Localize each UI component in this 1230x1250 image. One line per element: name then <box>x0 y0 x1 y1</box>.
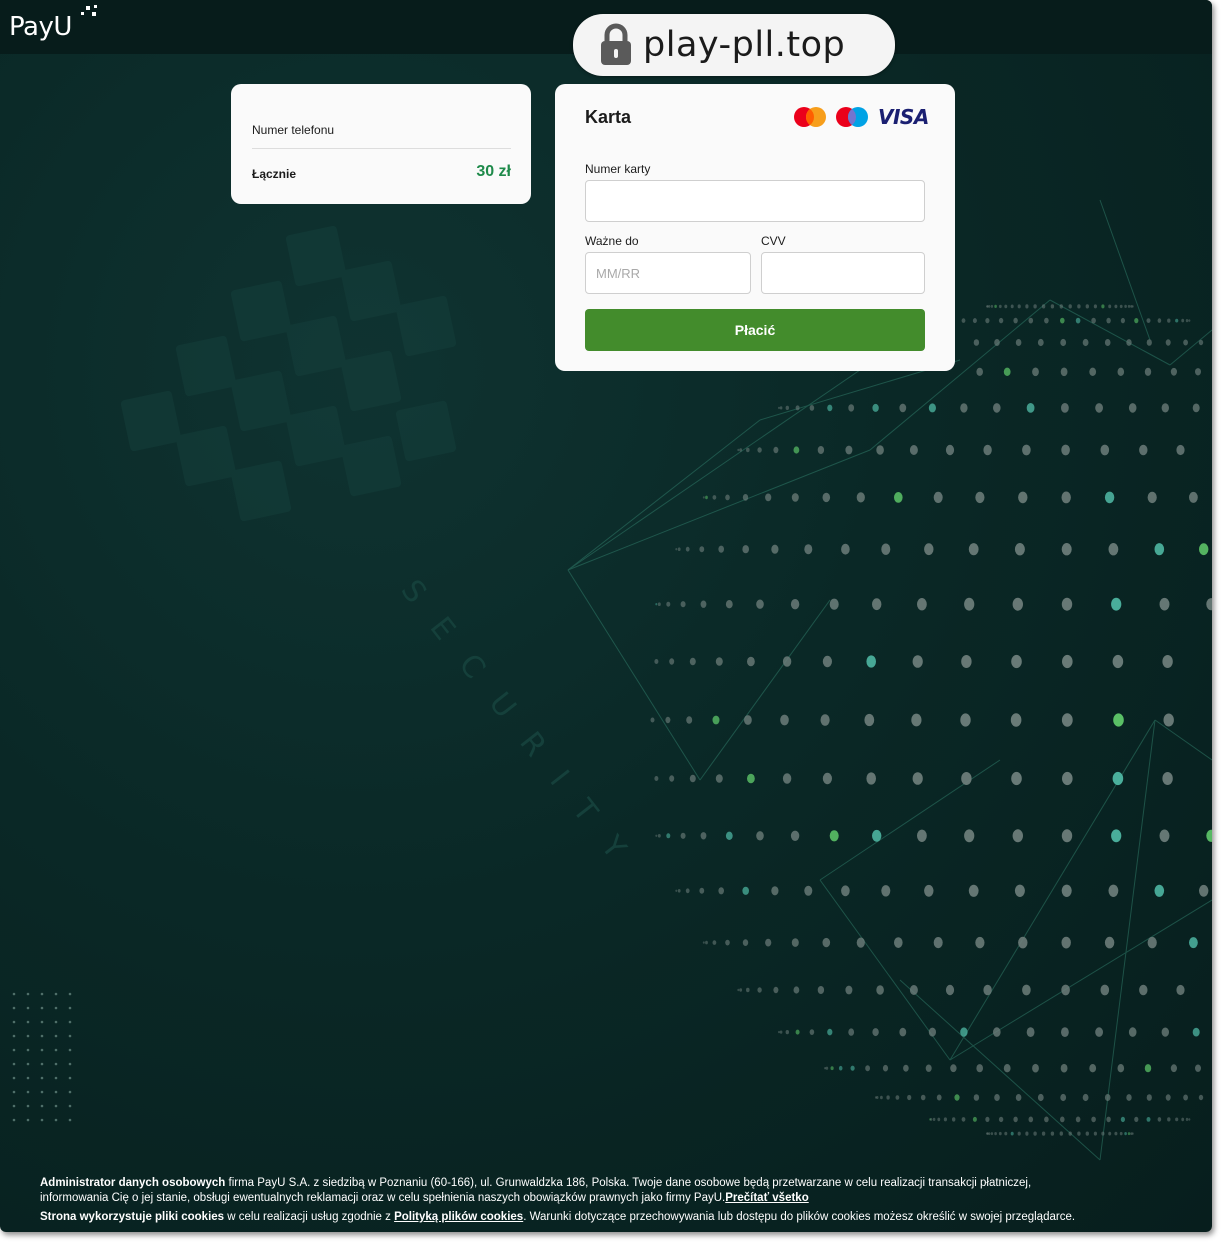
visa-icon: VISA <box>878 105 929 129</box>
total-label: Łącznie <box>252 167 297 181</box>
cookies-notice-text-a: w celu realizacji usług zgodnie z <box>224 1211 395 1223</box>
privacy-notice-heading: Administrator danych osobowych <box>40 1177 226 1189</box>
logo-text: PayU <box>9 12 72 42</box>
summary-divider <box>252 148 511 149</box>
footer-legal: Administrator danych osobowych firma Pay… <box>40 1176 1090 1229</box>
read-all-link[interactable]: Prečítať všetko <box>725 1192 809 1204</box>
privacy-notice: Administrator danych osobowych firma Pay… <box>40 1176 1090 1206</box>
expiry-input[interactable] <box>585 252 751 294</box>
card-number-label: Numer karty <box>585 162 651 176</box>
cvv-label: CVV <box>761 234 786 248</box>
address-bar[interactable]: play-pll.top <box>573 14 895 76</box>
phone-number-label: Numer telefonu <box>252 123 335 137</box>
security-watermark: SECURITY <box>394 573 650 887</box>
lock-icon <box>601 23 631 65</box>
cookies-notice: Strona wykorzystuje pliki cookies w celu… <box>40 1210 1090 1225</box>
card-payment-form: Karta VISA Numer karty Ważne do CVV Płac… <box>555 84 955 371</box>
pay-button[interactable]: Płacić <box>585 309 925 351</box>
payu-logo[interactable]: PayU <box>9 5 97 48</box>
card-number-input[interactable] <box>585 180 925 222</box>
cvv-input[interactable] <box>761 252 925 294</box>
maestro-icon <box>836 107 868 127</box>
browser-window: SECURITY PayU Numer telefonu Łącznie 30 … <box>0 0 1212 1232</box>
logo-dots-icon <box>81 5 97 16</box>
order-summary-card: Numer telefonu Łącznie 30 zł <box>231 84 531 204</box>
total-amount: 30 zł <box>476 163 511 180</box>
cookies-notice-text-b: . Warunki dotyczące przechowywania lub d… <box>523 1211 1076 1223</box>
card-form-title: Karta <box>585 107 632 127</box>
expiry-label: Ważne do <box>585 234 639 248</box>
cookies-notice-heading: Strona wykorzystuje pliki cookies <box>40 1211 225 1223</box>
url-text: play-pll.top <box>643 25 846 65</box>
mastercard-icon <box>794 107 826 127</box>
cookies-policy-link[interactable]: Polityką plików cookies <box>394 1211 523 1223</box>
